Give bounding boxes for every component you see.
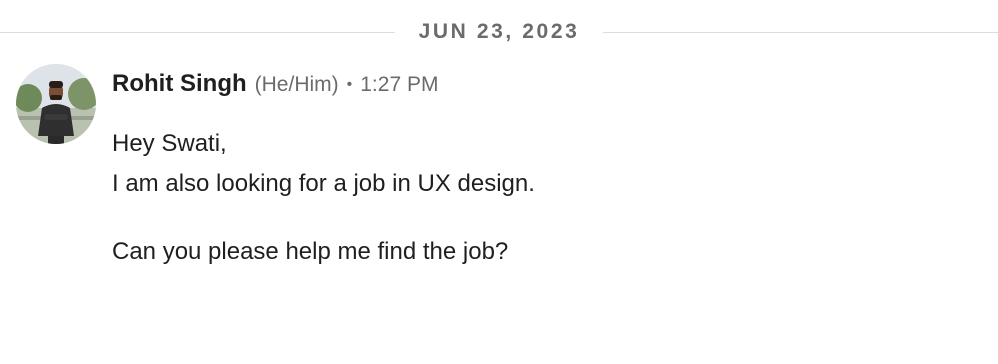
message-line: I am also looking for a job in UX design… xyxy=(112,170,535,197)
message-item: Rohit Singh (He/Him) • 1:27 PM Hey Swati… xyxy=(16,64,976,272)
avatar-photo-icon xyxy=(16,64,96,144)
message-line: Can you please help me find the job? xyxy=(112,238,509,265)
message-line: Hey Swati, xyxy=(112,130,227,157)
separator-dot: • xyxy=(346,76,353,93)
sender-name[interactable]: Rohit Singh xyxy=(112,70,247,98)
message-time: 1:27 PM xyxy=(360,73,439,96)
divider-line-left xyxy=(0,31,395,33)
date-label: JUN 23, 2023 xyxy=(418,20,580,43)
sender-pronouns: (He/Him) xyxy=(254,73,339,96)
date-divider: JUN 23, 2023 xyxy=(0,14,998,50)
message-text: Hey Swati, I am also looking for a job i… xyxy=(112,124,535,272)
message-header: Rohit Singh (He/Him) • 1:27 PM xyxy=(112,70,535,102)
divider-line-right xyxy=(603,31,998,33)
message-body: Rohit Singh (He/Him) • 1:27 PM Hey Swati… xyxy=(112,64,535,272)
avatar[interactable] xyxy=(16,64,96,144)
